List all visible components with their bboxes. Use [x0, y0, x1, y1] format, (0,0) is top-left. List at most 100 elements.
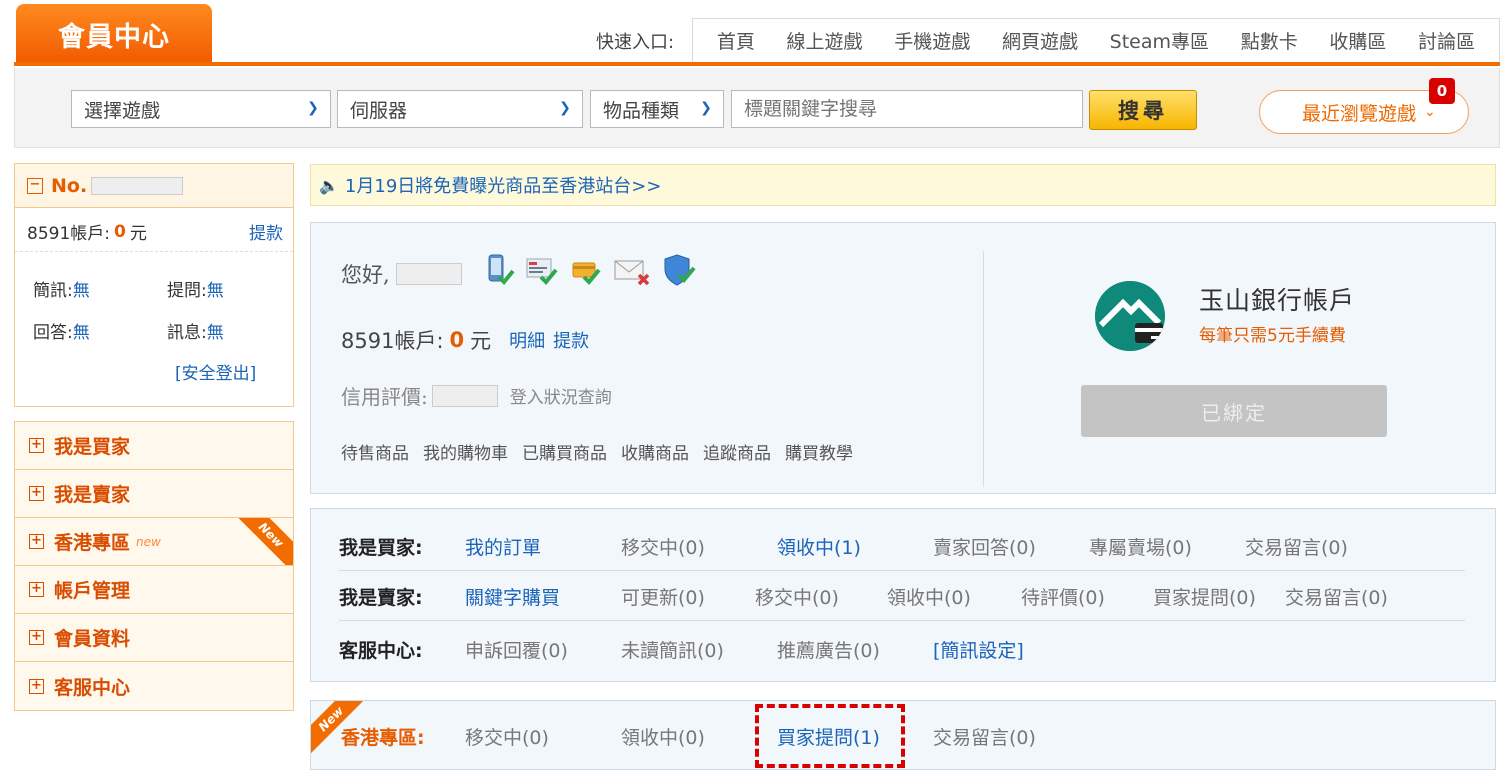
- answers-label: 回答:: [33, 323, 73, 343]
- server-select-value: 伺服器: [350, 99, 408, 122]
- divider: [983, 251, 984, 487]
- speaker-icon: 🔈: [319, 175, 339, 195]
- service-unread-messages[interactable]: 未讀簡訊(0): [621, 636, 724, 663]
- shield-verified-icon[interactable]: [663, 253, 697, 287]
- member-center-tab[interactable]: 會員中心: [16, 4, 212, 64]
- member-no-header[interactable]: − No.: [15, 164, 293, 208]
- link-cart[interactable]: 我的購物車: [423, 439, 508, 464]
- quick-nav: 首頁 線上遊戲 手機遊戲 網頁遊戲 Steam專區 點數卡 收購區 討論區: [692, 18, 1500, 62]
- recent-games-label: 最近瀏覽遊戲: [1302, 102, 1417, 125]
- sidebar-item-hongkong[interactable]: + 香港專區 new New: [15, 518, 293, 566]
- card-verified-icon[interactable]: [569, 253, 603, 287]
- seller-receiving[interactable]: 領收中(0): [887, 583, 971, 610]
- buyer-receiving[interactable]: 領收中(1): [777, 533, 861, 560]
- seller-transferring[interactable]: 移交中(0): [755, 583, 839, 610]
- withdraw-link[interactable]: 提款: [553, 327, 589, 353]
- member-no-label: No.: [51, 174, 88, 197]
- buyer-head: 我是買家:: [339, 537, 423, 559]
- announcement-link[interactable]: 1月19日將免費曝光商品至香港站台>>: [345, 172, 662, 198]
- sidebar-item-service[interactable]: + 客服中心: [15, 662, 293, 710]
- member-no-mask: [91, 176, 184, 195]
- logout-link[interactable]: [安全登出]: [175, 359, 256, 384]
- sidebar-item-member-info[interactable]: + 會員資料: [15, 614, 293, 662]
- expand-icon: +: [29, 630, 44, 645]
- login-status-link[interactable]: 登入狀況查詢: [510, 383, 612, 408]
- seller-trade-messages[interactable]: 交易留言(0): [1285, 583, 1388, 610]
- notices-value[interactable]: 無: [207, 323, 224, 343]
- answers-stat: 回答:無: [33, 318, 90, 343]
- quick-links: 待售商品 我的購物車 已購買商品 收購商品 追蹤商品 購買教學: [341, 439, 853, 464]
- hk-receiving[interactable]: 領收中(0): [621, 723, 705, 750]
- account-balance-row: 8591帳戶: 0 元 提款: [15, 212, 293, 252]
- bound-button[interactable]: 已綁定: [1081, 385, 1387, 437]
- hk-transferring[interactable]: 移交中(0): [465, 723, 549, 750]
- email-unverified-icon[interactable]: [613, 253, 653, 287]
- game-select[interactable]: 選擇遊戲 ❯: [71, 90, 331, 128]
- questions-stat: 提問:無: [167, 276, 224, 301]
- balance-row: 8591帳戶: 0 元 明細 提款: [341, 325, 589, 355]
- hk-trade-messages[interactable]: 交易留言(0): [933, 723, 1036, 750]
- new-tag: new: [136, 534, 161, 549]
- quick-nav-web-games[interactable]: 網頁遊戲: [1002, 27, 1078, 54]
- expand-icon: +: [29, 582, 44, 597]
- buyer-trade-messages[interactable]: 交易留言(0): [1245, 533, 1348, 560]
- sidebar-item-label: 客服中心: [54, 676, 131, 699]
- service-message-settings[interactable]: [簡訊設定]: [933, 636, 1024, 663]
- link-purchased[interactable]: 已購買商品: [522, 439, 607, 464]
- profile-panel: 您好, 8591帳戶: 0 元 明細 提款 信用評價: 登入狀況查詢 待售商品 …: [310, 222, 1496, 494]
- expand-icon: +: [29, 486, 44, 501]
- answers-value[interactable]: 無: [73, 323, 90, 343]
- messages-label: 簡訊:: [33, 281, 73, 301]
- account-label: 8591帳戶:: [341, 329, 444, 353]
- messages-value[interactable]: 無: [73, 281, 90, 301]
- sidebar-item-seller[interactable]: + 我是賣家: [15, 470, 293, 518]
- link-tutorial[interactable]: 購買教學: [785, 439, 853, 464]
- credit-row: 信用評價: 登入狀況查詢: [341, 381, 612, 410]
- withdraw-link[interactable]: 提款: [249, 219, 283, 244]
- quick-nav-home[interactable]: 首頁: [717, 27, 755, 54]
- phone-verified-icon[interactable]: [485, 253, 515, 287]
- sidebar-item-account[interactable]: + 帳戶管理: [15, 566, 293, 614]
- sidebar-item-label: 我是賣家: [54, 484, 131, 506]
- questions-label: 提問:: [167, 281, 207, 301]
- quick-nav-online-games[interactable]: 線上遊戲: [787, 27, 863, 54]
- quick-nav-forum[interactable]: 討論區: [1418, 27, 1475, 54]
- account-balance: 0: [449, 328, 465, 352]
- detail-link[interactable]: 明細: [509, 327, 545, 353]
- sidebar-item-buyer[interactable]: + 我是買家: [15, 422, 293, 470]
- chevron-down-icon: ❯: [559, 100, 571, 116]
- service-appeal-replies[interactable]: 申訴回覆(0): [465, 636, 568, 663]
- account-label: 8591帳戶:: [27, 224, 110, 244]
- quick-nav-purchase[interactable]: 收購區: [1329, 27, 1386, 54]
- buyer-exclusive-store[interactable]: 專屬賣場(0): [1089, 533, 1192, 560]
- item-type-select-value: 物品種類: [603, 99, 680, 122]
- questions-value[interactable]: 無: [207, 281, 224, 301]
- quick-nav-mobile-games[interactable]: 手機遊戲: [894, 27, 970, 54]
- account-balance: 0: [114, 221, 126, 242]
- greeting-text: 您好,: [341, 263, 390, 287]
- seller-buyer-questions[interactable]: 買家提問(0): [1153, 583, 1256, 610]
- quick-nav-steam[interactable]: Steam專區: [1110, 27, 1209, 54]
- link-items-for-sale[interactable]: 待售商品: [341, 439, 409, 464]
- item-type-select[interactable]: 物品種類 ❯: [590, 90, 724, 128]
- sidebar-item-label: 我是買家: [54, 436, 131, 458]
- quick-nav-point-cards[interactable]: 點數卡: [1241, 27, 1298, 54]
- seller-keyword-purchase[interactable]: 關鍵字購買: [465, 583, 560, 610]
- keyword-search-input[interactable]: [731, 90, 1083, 128]
- buyer-my-orders[interactable]: 我的訂單: [465, 533, 541, 560]
- id-verified-icon[interactable]: [525, 253, 559, 287]
- collapse-icon[interactable]: −: [27, 177, 43, 194]
- seller-pending-rating[interactable]: 待評價(0): [1021, 583, 1105, 610]
- service-recommended-ads[interactable]: 推薦廣告(0): [777, 636, 880, 663]
- buyer-transferring[interactable]: 移交中(0): [621, 533, 705, 560]
- link-tracked[interactable]: 追蹤商品: [703, 439, 771, 464]
- expand-icon: +: [29, 534, 44, 549]
- service-status-row: 客服中心: 申訴回覆(0) 未讀簡訊(0) 推薦廣告(0) [簡訊設定]: [339, 625, 1465, 673]
- search-button[interactable]: 搜尋: [1089, 90, 1197, 130]
- seller-updatable[interactable]: 可更新(0): [621, 583, 705, 610]
- service-head: 客服中心:: [339, 639, 423, 662]
- buyer-seller-answers[interactable]: 賣家回答(0): [933, 533, 1036, 560]
- server-select[interactable]: 伺服器 ❯: [337, 90, 583, 128]
- notices-stat: 訊息:無: [167, 318, 224, 343]
- link-acquisitions[interactable]: 收購商品: [621, 439, 689, 464]
